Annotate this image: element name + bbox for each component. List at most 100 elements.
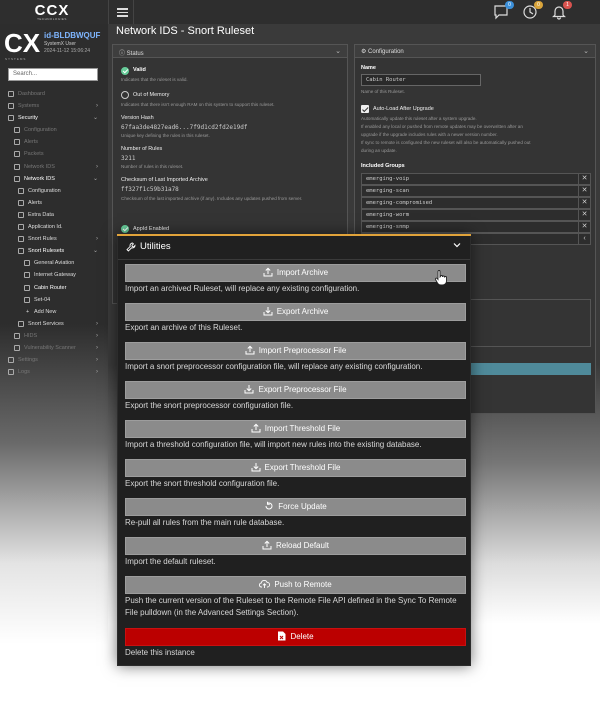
reload-default-button[interactable]: Reload Default bbox=[125, 537, 466, 555]
chevron-down-icon[interactable]: ⌄ bbox=[583, 47, 589, 55]
sidebar-item-ids-configuration[interactable]: Configuration bbox=[0, 185, 108, 197]
hash-title: Version Hash bbox=[121, 115, 154, 121]
rules-desc: Number of rules in this ruleset. bbox=[121, 164, 184, 169]
wrench-icon bbox=[126, 242, 136, 252]
sidebar-search-input[interactable]: Search... bbox=[8, 68, 98, 81]
status-card-header[interactable]: ⓘ Status ⌄ bbox=[113, 45, 347, 58]
sidebar-item-vulnerability-scanner[interactable]: Vulnerability Scanner › bbox=[0, 342, 108, 354]
remove-icon[interactable]: ✕ bbox=[578, 173, 590, 185]
gear-icon: ⚙ bbox=[361, 49, 369, 55]
remove-icon[interactable]: ✕ bbox=[578, 209, 590, 221]
name-label: Name bbox=[361, 65, 376, 71]
oom-title: Out of Memory bbox=[133, 92, 170, 98]
sidebar-item-internet-gateway[interactable]: Internet Gateway bbox=[0, 269, 108, 281]
sidebar-item-packets[interactable]: Packets bbox=[0, 148, 108, 160]
import-threshold-button[interactable]: Import Threshold File bbox=[125, 420, 466, 438]
download-icon bbox=[263, 307, 273, 316]
groups-label: Included Groups bbox=[361, 163, 405, 169]
hids-icon bbox=[14, 332, 20, 339]
download-icon bbox=[244, 385, 254, 394]
messages-icon[interactable]: 0 bbox=[493, 1, 514, 20]
service-icon bbox=[18, 320, 24, 327]
bell-icon[interactable]: 1 bbox=[551, 1, 572, 20]
hash-desc: Unique key defining the rules in this ru… bbox=[121, 133, 210, 138]
sidebar-item-cabin-router[interactable]: Cabin Router bbox=[0, 282, 108, 294]
sidebar-item-snort-rulesets[interactable]: Snort Rulesets ⌄ bbox=[0, 245, 108, 257]
chevron-down-icon[interactable] bbox=[452, 240, 462, 250]
valid-check-icon bbox=[121, 67, 129, 75]
sidebar-item-dashboard[interactable]: Dashboard bbox=[0, 88, 108, 100]
ruleset-icon bbox=[24, 272, 30, 279]
appid-check-icon bbox=[121, 225, 129, 233]
upload-icon bbox=[263, 267, 273, 277]
oom-desc: Indicates that there isn't enough RAM on… bbox=[121, 102, 275, 107]
sidebar-item-add-new[interactable]: + Add New bbox=[0, 306, 108, 318]
gear-icon bbox=[14, 127, 20, 134]
remove-icon[interactable]: ✕ bbox=[578, 221, 590, 233]
sidebar-item-logs[interactable]: Logs › bbox=[0, 366, 108, 378]
export-threshold-button[interactable]: Export Threshold File bbox=[125, 459, 466, 477]
group-item: emerging-snmp ✕ bbox=[361, 221, 591, 233]
force-update-button[interactable]: Force Update bbox=[125, 498, 466, 516]
export-archive-button[interactable]: Export Archive bbox=[125, 303, 466, 321]
status-icon[interactable]: 0 bbox=[522, 1, 543, 20]
sidebar-item-ids-alerts[interactable]: Alerts bbox=[0, 197, 108, 209]
oom-indicator-icon bbox=[121, 91, 129, 99]
chevron-left-icon[interactable]: ‹ bbox=[578, 233, 590, 245]
sidebar-item-security[interactable]: Security ⌄ bbox=[0, 112, 108, 124]
group-item: emerging-voip ✕ bbox=[361, 173, 591, 185]
chevron-down-icon[interactable]: ⌄ bbox=[335, 47, 341, 55]
logo-subtext: TECHNOLOGIES bbox=[37, 17, 67, 21]
valid-desc: Indicates that the ruleset is valid. bbox=[121, 77, 188, 82]
sidebar-item-systems[interactable]: Systems › bbox=[0, 100, 108, 112]
sidebar-item-network-ids-collapsed[interactable]: Network IDS › bbox=[0, 161, 108, 173]
export-preprocessor-button[interactable]: Export Preprocessor File bbox=[125, 381, 466, 399]
sidebar-item-settings[interactable]: Settings › bbox=[0, 354, 108, 366]
sidebar: CX SYSTEMS id-BLDBWQUF SystemX User 2024… bbox=[0, 24, 108, 702]
group-item: emerging-compromised ✕ bbox=[361, 197, 591, 209]
ruleset-name-input[interactable]: Cabin Router bbox=[361, 74, 481, 86]
sidebar-item-extra-data[interactable]: Extra Data bbox=[0, 209, 108, 221]
upload-icon bbox=[251, 423, 261, 433]
autoload-desc-2: If enabled any local or pushed from remo… bbox=[361, 124, 523, 129]
network-icon bbox=[14, 163, 20, 170]
page-title: Network IDS - Snort Ruleset bbox=[116, 25, 255, 37]
import-archive-button[interactable]: Import Archive bbox=[125, 264, 466, 282]
configuration-card-header[interactable]: ⚙ Configuration ⌄ bbox=[355, 45, 595, 58]
company-logo: CCX TECHNOLOGIES bbox=[30, 2, 74, 21]
autoload-checkbox[interactable] bbox=[361, 105, 369, 113]
force-update-desc: Re-pull all rules from the main rule dat… bbox=[125, 518, 285, 527]
push-to-remote-button[interactable]: Push to Remote bbox=[125, 576, 466, 594]
sidebar-item-snort-services[interactable]: Snort Services › bbox=[0, 318, 108, 330]
sidebar-item-hids[interactable]: HIDS › bbox=[0, 330, 108, 342]
sidebar-item-set-04[interactable]: Set-04 bbox=[0, 294, 108, 306]
reload-default-desc: Import the default ruleset. bbox=[125, 557, 216, 566]
device-id[interactable]: id-BLDBWQUF bbox=[44, 31, 100, 40]
import-preprocessor-button[interactable]: Import Preprocessor File bbox=[125, 342, 466, 360]
modal-divider bbox=[118, 259, 470, 260]
menu-toggle-button[interactable] bbox=[108, 0, 134, 24]
checksum-value: ff327f1c59b31a78 bbox=[121, 186, 179, 193]
delete-button[interactable]: Delete bbox=[125, 628, 466, 646]
export-preprocessor-desc: Export the snort preprocessor configurat… bbox=[125, 401, 294, 410]
sidebar-item-snort-rules[interactable]: Snort Rules › bbox=[0, 233, 108, 245]
device-header: CX SYSTEMS id-BLDBWQUF SystemX User 2024… bbox=[4, 28, 108, 62]
sidebar-item-network-ids[interactable]: Network IDS ⌄ bbox=[0, 173, 108, 185]
cloud-upload-icon bbox=[259, 579, 271, 588]
sidebar-item-security-alerts[interactable]: Alerts bbox=[0, 136, 108, 148]
ruleset-icon bbox=[24, 284, 30, 291]
info-icon: ⓘ bbox=[119, 51, 127, 57]
device-logo-subtext: SYSTEMS bbox=[5, 57, 27, 61]
remove-icon[interactable]: ✕ bbox=[578, 197, 590, 209]
sidebar-item-security-configuration[interactable]: Configuration bbox=[0, 124, 108, 136]
rules-value: 3211 bbox=[121, 155, 136, 162]
gear-icon bbox=[18, 187, 24, 194]
sidebar-item-general-aviation[interactable]: General Aviation bbox=[0, 257, 108, 269]
upload-icon bbox=[262, 540, 272, 550]
hash-value: 67faa3de4827ead6...7f9d1cd2fd2e19df bbox=[121, 124, 248, 131]
autoload-desc: Automatically update this ruleset after … bbox=[361, 116, 477, 121]
export-archive-desc: Export an archive of this Ruleset. bbox=[125, 323, 243, 332]
sidebar-item-application-id[interactable]: Application Id. bbox=[0, 221, 108, 233]
autoload-desc-4: If sync to remote is configured the new … bbox=[361, 140, 531, 145]
remove-icon[interactable]: ✕ bbox=[578, 185, 590, 197]
